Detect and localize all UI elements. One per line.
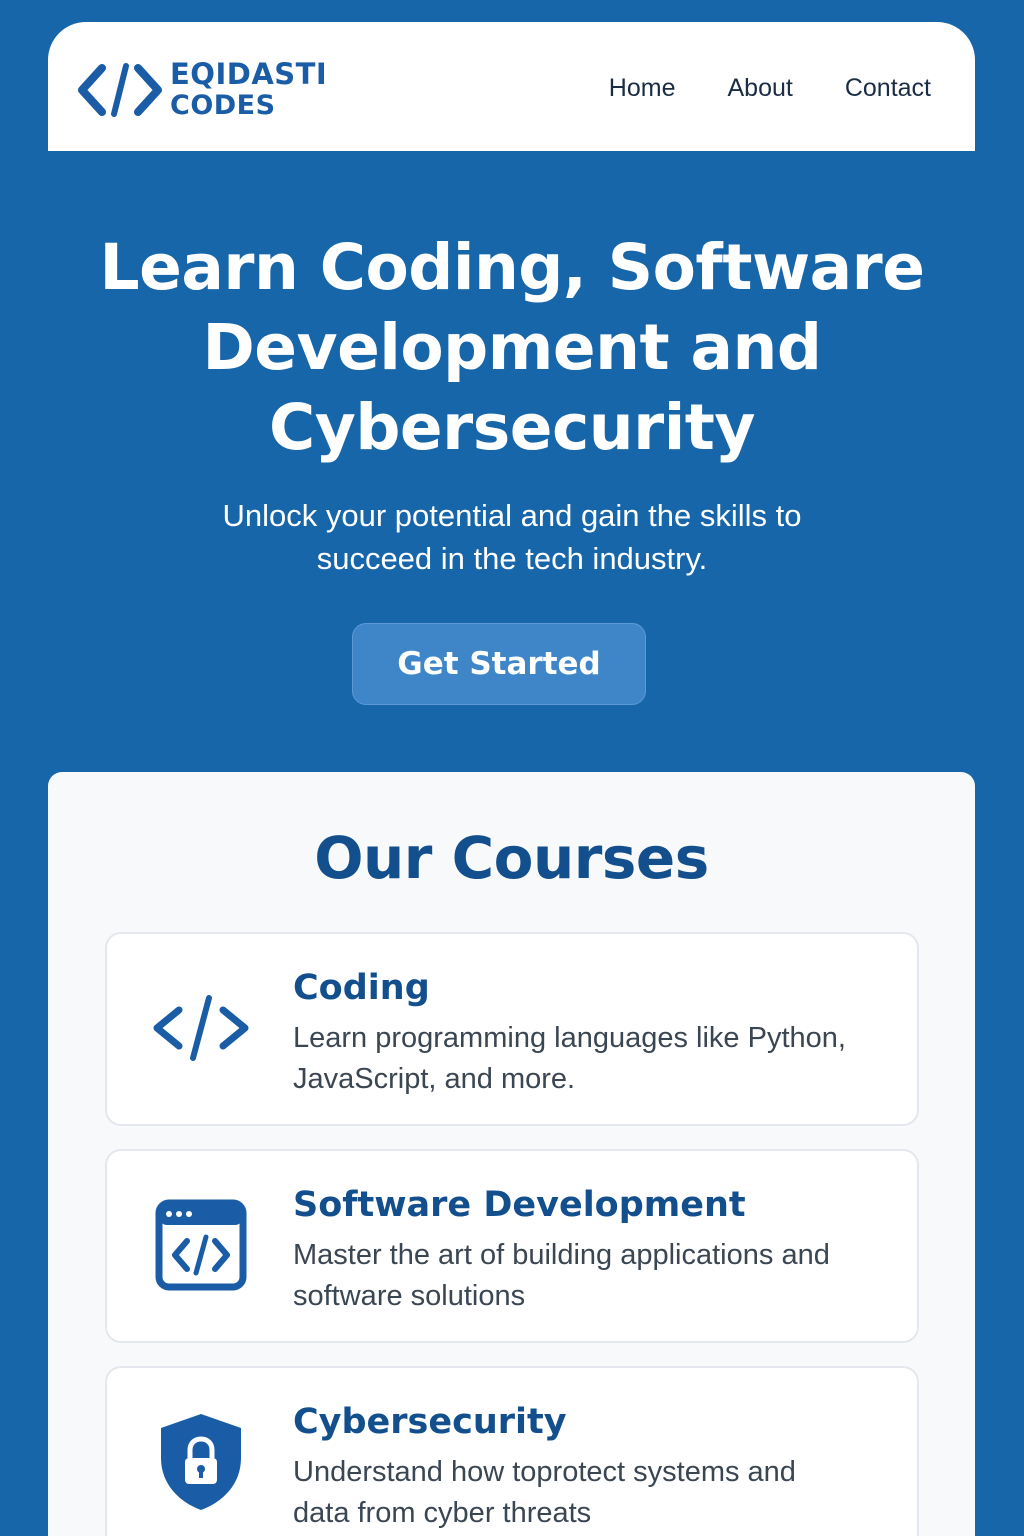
nav-home-link[interactable]: Home [609, 74, 676, 103]
hero-section: Learn Coding, Software Development and C… [0, 150, 1024, 705]
nav-contact-link[interactable]: Contact [845, 74, 931, 103]
code-brackets-icon [78, 63, 162, 117]
courses-section: Our Courses Coding Learn programming lan… [48, 772, 975, 1536]
course-title: Coding [293, 968, 430, 1008]
courses-heading: Our Courses [314, 824, 709, 892]
course-title: Software Development [293, 1185, 746, 1225]
shield-lock-icon [161, 1414, 241, 1510]
course-icon-wrapper [151, 978, 251, 1078]
course-title: Cybersecurity [293, 1402, 567, 1442]
nav-about-link[interactable]: About [727, 74, 792, 103]
course-icon-wrapper [151, 1412, 251, 1512]
course-description: Master the art of building applications … [293, 1239, 830, 1312]
course-card-coding[interactable]: Coding Learn programming languages like … [105, 932, 919, 1126]
brand-logo[interactable]: EQIDASTI CODES [78, 58, 327, 122]
get-started-button[interactable]: Get Started [352, 623, 646, 705]
course-icon-wrapper [151, 1195, 251, 1295]
main-nav: Home About Contact [609, 74, 931, 103]
brand-name-line1: EQIDASTI [170, 57, 328, 91]
hero-title: Learn Coding, Software Development and C… [99, 231, 925, 464]
course-description: Understand how toprotect systems and dat… [293, 1456, 796, 1529]
site-header: EQIDASTI CODES Home About Contact [48, 22, 975, 151]
brand-name: EQIDASTI CODES [170, 58, 327, 122]
code-brackets-icon [153, 995, 249, 1061]
hero-subtitle: Unlock your potential and gain the skill… [222, 498, 802, 576]
page: EQIDASTI CODES Home About Contact Learn … [0, 0, 1024, 1536]
browser-code-icon [155, 1199, 247, 1291]
course-card-cybersecurity[interactable]: Cybersecurity Understand how toprotect s… [105, 1366, 919, 1536]
course-description: Learn programming languages like Python,… [293, 1022, 846, 1095]
course-card-software-development[interactable]: Software Development Master the art of b… [105, 1149, 919, 1343]
brand-name-line2: CODES [170, 90, 276, 121]
